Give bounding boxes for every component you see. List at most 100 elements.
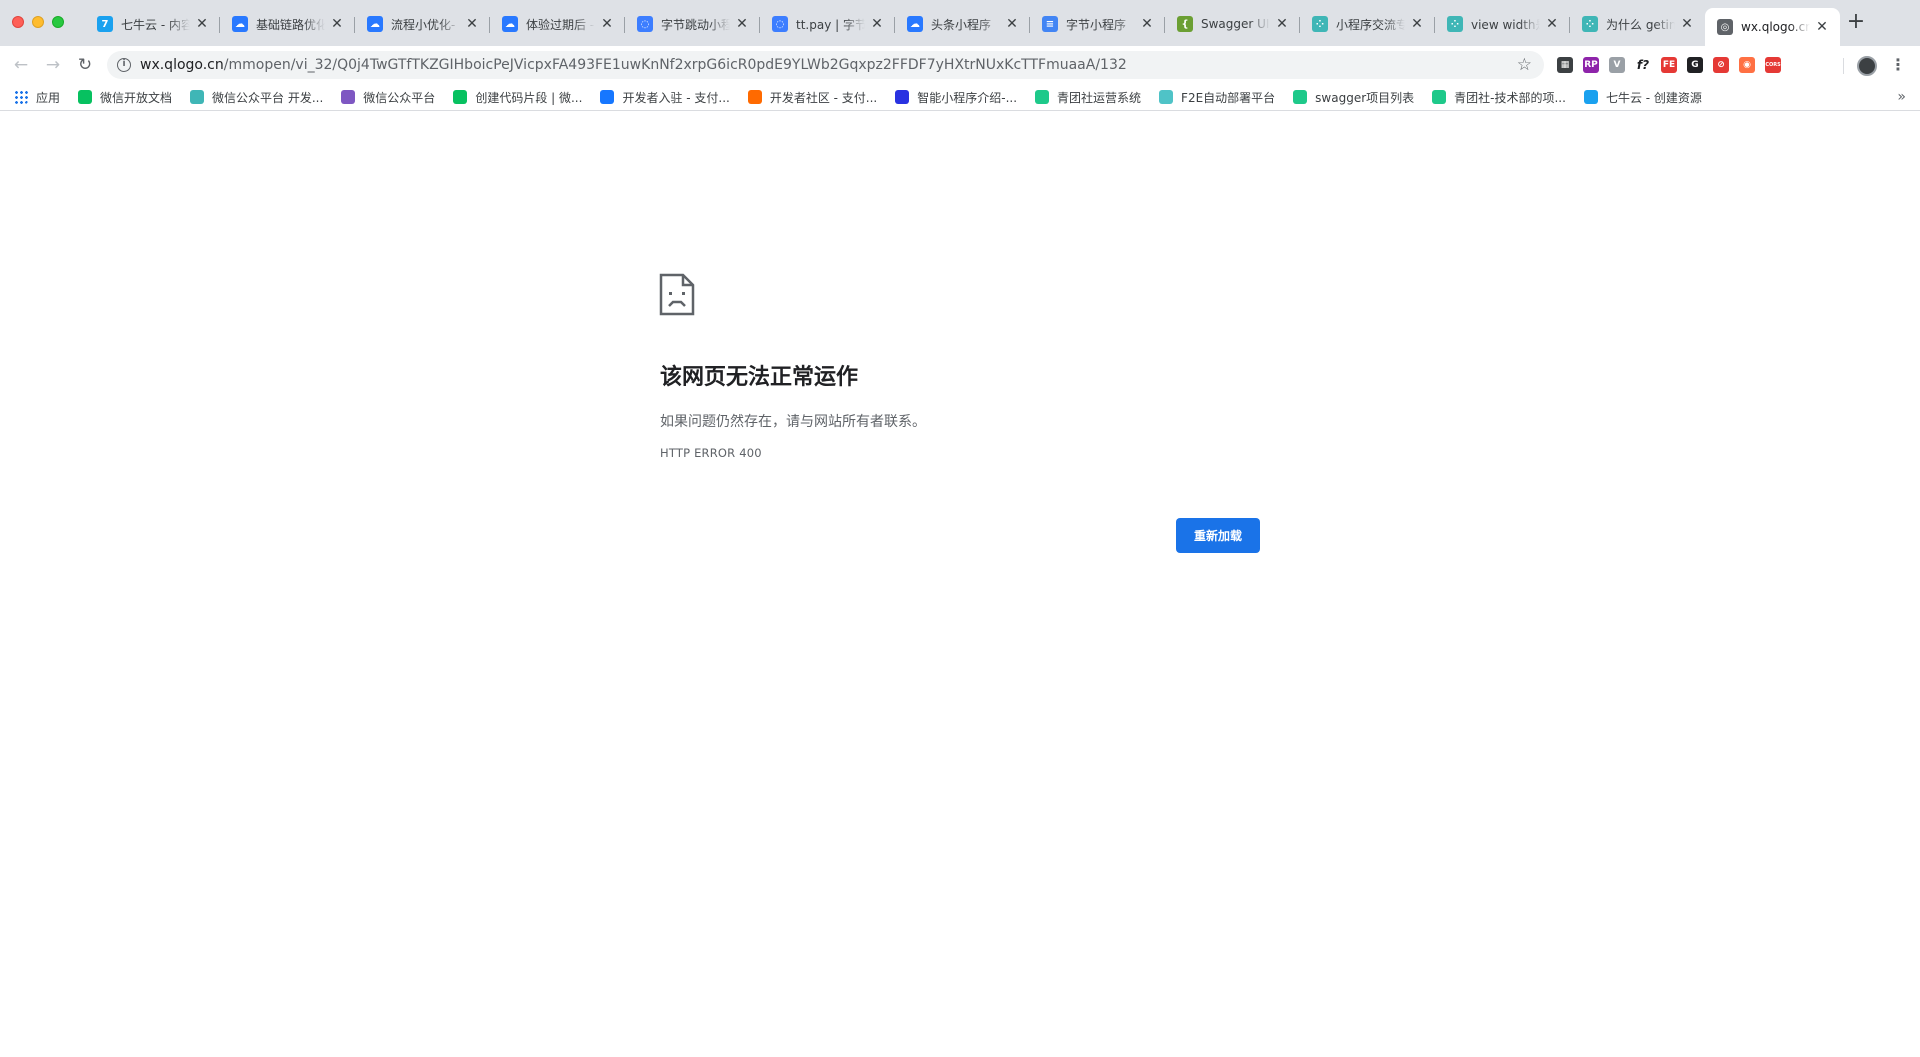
fe-helper-extension-icon[interactable]: FE: [1661, 57, 1677, 73]
bookmark-label: 应用: [36, 90, 61, 105]
bookmark-label: 青团社-技术部的项...: [1454, 90, 1566, 105]
tab-close-icon[interactable]: ✕: [599, 16, 615, 32]
bookmark-alipay-dev-community[interactable]: 开发者社区 - 支付...: [747, 89, 878, 106]
page-content: 该网页无法正常运作 如果问题仍然存在，请与网站所有者联系。 HTTP ERROR…: [0, 111, 1920, 1057]
tab-12[interactable]: ◎ wx.qlogo.cn ✕: [1705, 8, 1840, 46]
rp-extension-icon[interactable]: RP: [1583, 57, 1599, 73]
tab-9[interactable]: ⁘ 小程序交流专 ✕: [1300, 8, 1435, 40]
bookmark-qts-tech[interactable]: 青团社-技术部的项...: [1432, 89, 1566, 106]
tab-close-icon[interactable]: ✕: [1274, 16, 1290, 32]
tab-close-icon[interactable]: ✕: [464, 16, 480, 32]
site-info-icon[interactable]: i: [117, 58, 131, 72]
close-window-button[interactable]: [12, 16, 24, 28]
url-path: /mmopen/vi_32/Q0j4TwGTfTKZGIHboicPeJVicp…: [223, 57, 1127, 73]
tab-1[interactable]: ☁ 基础链路优化 ✕: [220, 8, 355, 40]
tab-close-icon[interactable]: ✕: [869, 16, 885, 32]
tab-title: 七牛云 - 内容: [121, 17, 190, 32]
bookmark-qiniu-create[interactable]: 七牛云 - 创建资源: [1583, 89, 1702, 106]
maximize-window-button[interactable]: [52, 16, 64, 28]
tab-close-icon[interactable]: ✕: [734, 16, 750, 32]
tab-11[interactable]: ⁘ 为什么 getin ✕: [1570, 8, 1705, 40]
tab-favicon-icon: ⁘: [1447, 16, 1463, 32]
bookmark-code-snippet[interactable]: 创建代码片段 | 微...: [453, 89, 582, 106]
bookmark-label: 七牛云 - 创建资源: [1605, 90, 1702, 105]
bookmark-baidu-smart-app[interactable]: 智能小程序介绍-...: [895, 89, 1017, 106]
tab-close-icon[interactable]: ✕: [1139, 16, 1155, 32]
tab-favicon-icon: ☁: [907, 16, 923, 32]
tab-title: Swagger UI: [1201, 17, 1270, 31]
tab-strip: 7 七牛云 - 内容 ✕ ☁ 基础链路优化 ✕ ☁ 流程小优化- ✕ ☁ 体验过期后 - ✕ ◌ 字节跳动…: [0, 0, 1920, 46]
red-circle-extension-icon[interactable]: ⊘: [1713, 57, 1729, 73]
tab-8[interactable]: {Swagger UI ✕: [1165, 8, 1300, 40]
orange-circle-extension-icon[interactable]: ◉: [1739, 57, 1755, 73]
bookmark-apps[interactable]: 应用: [14, 89, 60, 106]
bookmark-label: 微信开放文档: [100, 90, 173, 105]
window-controls: [12, 16, 64, 28]
error-title: 该网页无法正常运作: [660, 365, 859, 390]
bookmark-wechat-mp[interactable]: 微信公众平台: [341, 89, 435, 106]
tab-close-icon[interactable]: ✕: [194, 16, 210, 32]
tab-0[interactable]: 7 七牛云 - 内容 ✕: [85, 8, 220, 40]
error-code: HTTP ERROR 400: [660, 446, 762, 460]
bookmark-label: 智能小程序介绍-...: [917, 90, 1018, 105]
bookmark-label: swagger项目列表: [1315, 90, 1415, 105]
bookmark-label: 青团社运营系统: [1057, 90, 1142, 105]
bookmark-favicon-icon: [78, 90, 93, 104]
bookmark-label: 开发者社区 - 支付...: [769, 90, 878, 105]
bookmark-star-icon[interactable]: ☆: [1517, 55, 1532, 75]
bookmark-label: 开发者入驻 - 支付...: [622, 90, 730, 105]
bookmark-favicon-icon: [1159, 90, 1174, 104]
tab-close-icon[interactable]: ✕: [1544, 16, 1560, 32]
bookmark-f2e-deploy[interactable]: F2E自动部署平台: [1159, 89, 1275, 106]
tab-10[interactable]: ⁘ view width是 ✕: [1435, 8, 1570, 40]
bookmark-qts-ops[interactable]: 青团社运营系统: [1035, 89, 1141, 106]
new-tab-button[interactable]: +: [1844, 10, 1868, 34]
tab-title: 体验过期后 -: [526, 17, 595, 32]
tab-title: 字节小程序: [1066, 17, 1127, 32]
tab-favicon-icon: ⁘: [1312, 16, 1328, 32]
tab-title: 基础链路优化: [256, 17, 325, 32]
minimize-window-button[interactable]: [32, 16, 44, 28]
vue-devtools-extension-icon[interactable]: V: [1609, 57, 1625, 73]
profile-avatar[interactable]: [1857, 56, 1877, 76]
tab-close-icon[interactable]: ✕: [1004, 16, 1020, 32]
tab-3[interactable]: ☁ 体验过期后 - ✕: [490, 8, 625, 40]
tab-6[interactable]: ☁ 头条小程序 ✕: [895, 8, 1030, 40]
reload-page-button[interactable]: 重新加载: [1176, 518, 1260, 553]
bookmark-favicon-icon: [1035, 90, 1050, 104]
forward-button[interactable]: →: [40, 52, 66, 78]
bookmark-wechat-docs[interactable]: 微信开放文档: [78, 89, 172, 106]
tab-close-icon[interactable]: ✕: [329, 16, 345, 32]
tab-5[interactable]: ◌ tt.pay | 字节 ✕: [760, 8, 895, 40]
back-button[interactable]: ←: [8, 52, 34, 78]
tab-7[interactable]: ≡ 字节小程序 ✕: [1030, 8, 1165, 40]
address-bar[interactable]: i wx.qlogo.cn/mmopen/vi_32/Q0j4TwGTfTKZG…: [107, 51, 1544, 79]
tab-favicon-icon: ≡: [1042, 16, 1058, 32]
bookmark-swagger-projects[interactable]: swagger项目列表: [1293, 89, 1414, 106]
bookmark-wechat-mp-dev[interactable]: 微信公众平台 开发...: [190, 89, 323, 106]
tab-2[interactable]: ☁ 流程小优化- ✕: [355, 8, 490, 40]
tab-title: 字节跳动小程: [661, 17, 730, 32]
tab-list: 7 七牛云 - 内容 ✕ ☁ 基础链路优化 ✕ ☁ 流程小优化- ✕ ☁ 体验过期后 - ✕ ◌ 字节跳动…: [85, 8, 1840, 46]
reload-button[interactable]: ↻: [72, 52, 98, 78]
tab-title: 流程小优化-: [391, 17, 456, 32]
tab-close-icon[interactable]: ✕: [1409, 16, 1425, 32]
tab-close-icon[interactable]: ✕: [1814, 19, 1830, 35]
bookmark-alipay-dev-join[interactable]: 开发者入驻 - 支付...: [600, 89, 730, 106]
qr-code-extension-icon[interactable]: ▦: [1557, 57, 1573, 73]
error-description: 如果问题仍然存在，请与网站所有者联系。: [660, 414, 926, 430]
bookmark-label: 微信公众平台: [363, 90, 436, 105]
tab-close-icon[interactable]: ✕: [1679, 16, 1695, 32]
bookmark-label: 创建代码片段 | 微...: [475, 90, 583, 105]
bookmarks-overflow-button[interactable]: »: [1897, 89, 1906, 105]
browser-menu-icon[interactable]: ⋮: [1890, 55, 1906, 75]
tab-title: 头条小程序: [931, 17, 992, 32]
cors-extension-icon[interactable]: CORS: [1765, 57, 1781, 73]
url-text[interactable]: wx.qlogo.cn/mmopen/vi_32/Q0j4TwGTfTKZGIH…: [140, 57, 1127, 73]
tab-title: 小程序交流专: [1336, 17, 1405, 32]
tab-favicon-icon: ☁: [367, 16, 383, 32]
tab-4[interactable]: ◌ 字节跳动小程 ✕: [625, 8, 760, 40]
dark-circle-extension-icon[interactable]: G: [1687, 57, 1703, 73]
tab-favicon-icon: 7: [97, 16, 113, 32]
function-extension-icon[interactable]: f?: [1635, 57, 1651, 73]
